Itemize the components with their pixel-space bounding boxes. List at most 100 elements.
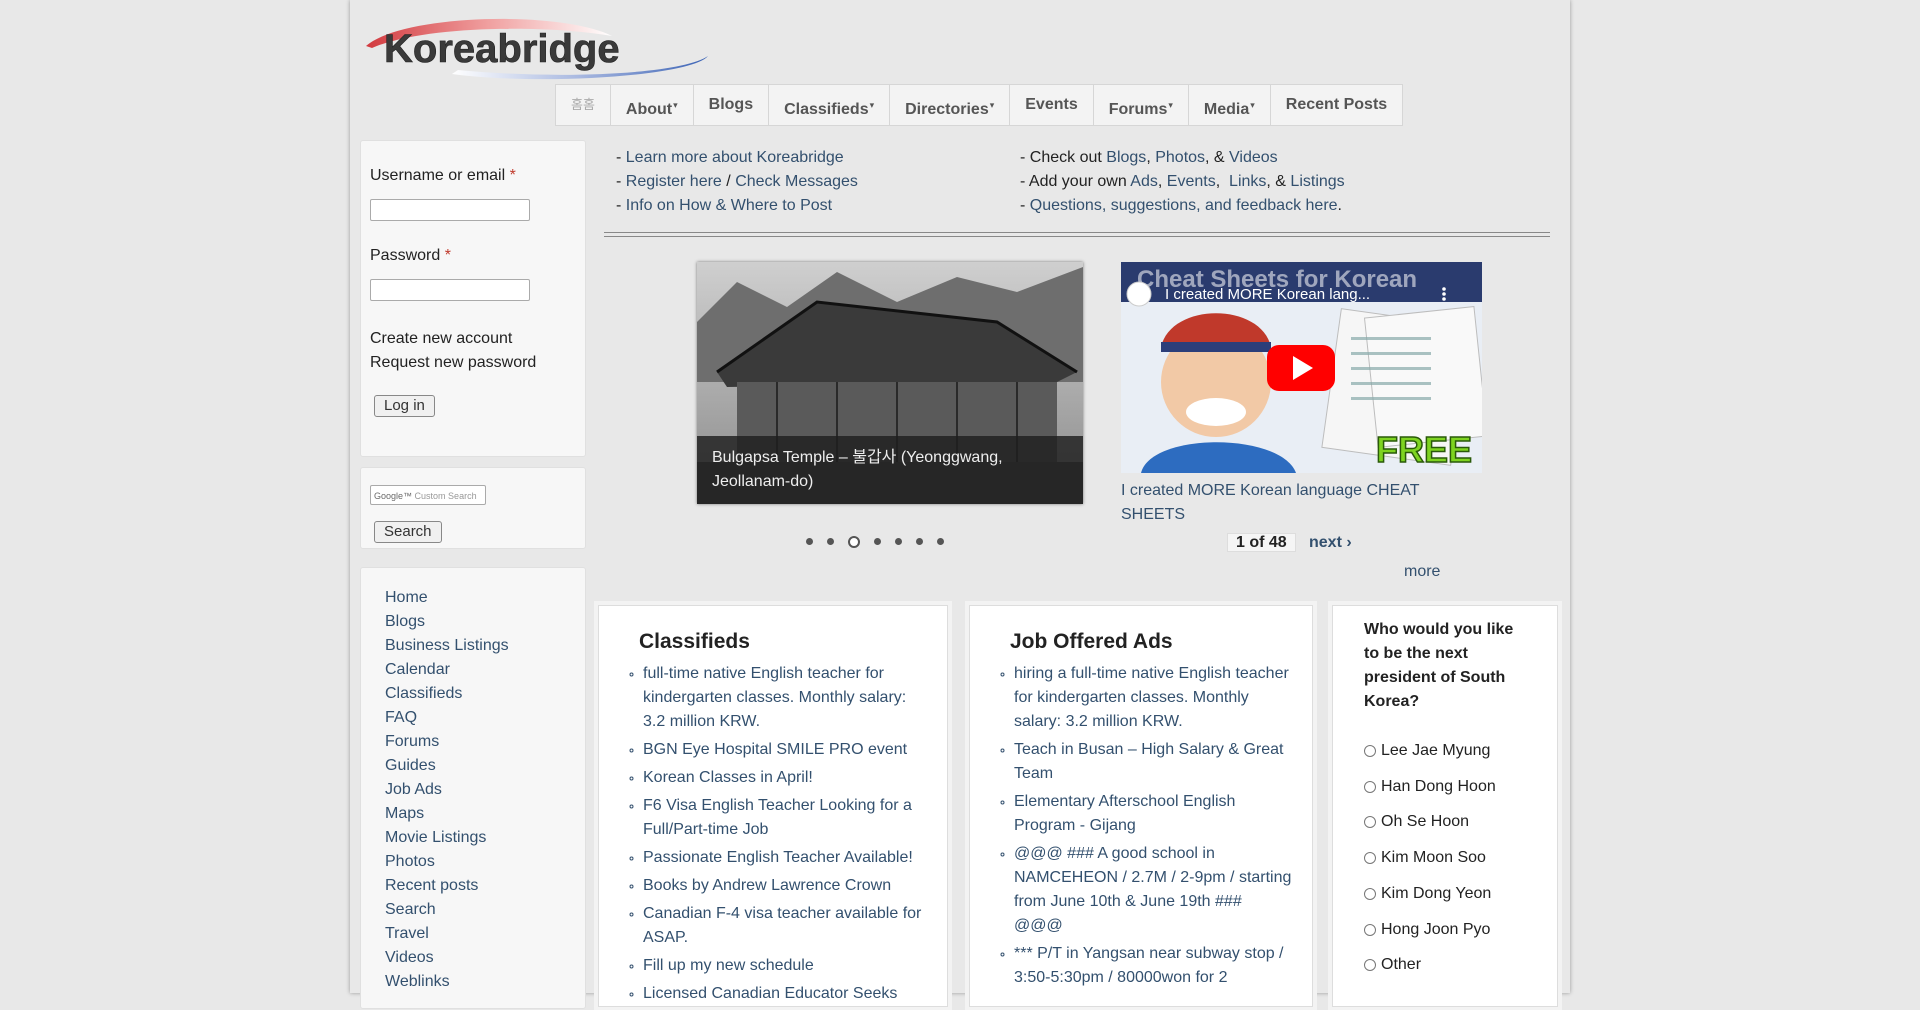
chevron-down-icon: ▾ (1168, 100, 1173, 110)
chevron-down-icon: ▾ (1250, 100, 1255, 110)
slideshow-dot[interactable] (916, 538, 923, 545)
slideshow-dot[interactable] (848, 536, 860, 548)
poll-option-label: Kim Moon Soo (1381, 849, 1486, 867)
nav-directories[interactable]: Directories▾ (890, 85, 1011, 125)
nav-classifieds[interactable]: Classifieds▾ (769, 85, 891, 125)
photos-link[interactable]: Photos (1155, 149, 1205, 166)
nav-about[interactable]: About▾ (611, 85, 694, 125)
register-link[interactable]: Register here (626, 173, 722, 190)
radio-button[interactable] (1364, 887, 1376, 900)
list-item[interactable]: Elementary Afterschool English Program -… (1014, 790, 1292, 838)
login-button[interactable]: Log in (374, 395, 435, 417)
feedback-link[interactable]: Questions, suggestions, and feedback her… (1030, 197, 1338, 214)
sidebar-item[interactable]: Forums (385, 730, 585, 754)
koreabridge-logo[interactable]: Koreabridge (362, 16, 710, 80)
chevron-down-icon: ▾ (673, 100, 678, 110)
divider (604, 232, 1550, 237)
poll-option[interactable]: Oh Se Hoon (1364, 810, 1469, 834)
events-link[interactable]: Events (1167, 173, 1216, 190)
list-item[interactable]: Korean Classes in April! (643, 766, 927, 790)
search-input[interactable]: Google™ Custom Search (370, 485, 486, 505)
poll-option[interactable]: Kim Dong Yeon (1364, 882, 1491, 906)
more-link[interactable]: more (1404, 560, 1440, 584)
poll-option[interactable]: Lee Jae Myung (1364, 739, 1490, 763)
poll-option[interactable]: Hong Joon Pyo (1364, 918, 1490, 942)
video-player[interactable]: FREE Cheat Sheets for Korean I created M… (1121, 262, 1482, 473)
password-input[interactable] (370, 279, 530, 301)
poll-option-label: Han Dong Hoon (1381, 777, 1496, 795)
list-item[interactable]: Fill up my new schedule (643, 954, 927, 978)
chevron-down-icon: ▾ (989, 100, 995, 110)
slideshow-dot[interactable] (827, 538, 834, 545)
video-title-link[interactable]: I created MORE Korean language CHEAT SHE… (1121, 479, 1441, 527)
radio-button[interactable] (1364, 923, 1376, 936)
poll-option-label: Kim Dong Yeon (1381, 884, 1492, 902)
svg-text:I created MORE Korean lang...: I created MORE Korean lang... (1165, 286, 1370, 303)
nav-forums[interactable]: Forums▾ (1094, 85, 1189, 125)
sidebar-item[interactable]: FAQ (385, 706, 585, 730)
list-item[interactable]: full-time native English teacher for kin… (643, 662, 927, 734)
slideshow-dot[interactable] (937, 538, 944, 545)
sidebar-item[interactable]: Home (385, 586, 585, 610)
sidebar-item[interactable]: Photos (385, 850, 585, 874)
sidebar-item[interactable]: Videos (385, 946, 585, 970)
sidebar-item[interactable]: Movie Listings (385, 826, 585, 850)
create-account-link[interactable]: Create new account (370, 327, 536, 351)
nav-media[interactable]: Media▾ (1189, 85, 1271, 125)
password-label: Password * (370, 247, 451, 264)
sidebar-item[interactable]: Blogs (385, 610, 585, 634)
nav-events[interactable]: Events (1010, 85, 1094, 125)
links-link[interactable]: Links (1229, 173, 1266, 190)
sidebar-item[interactable]: Business Listings (385, 634, 585, 658)
slideshow-dot[interactable] (806, 538, 813, 545)
poll-option[interactable]: Other (1364, 953, 1421, 977)
list-item[interactable]: *** P/T in Yangsan near subway stop / 3:… (1014, 942, 1292, 990)
nav-blogs[interactable]: Blogs (694, 85, 770, 125)
list-item[interactable]: @@@ ### A good school in NAMCEHEON / 2.7… (1014, 842, 1292, 938)
listings-link[interactable]: Listings (1290, 173, 1344, 190)
videos-link[interactable]: Videos (1229, 149, 1278, 166)
list-item[interactable]: Teach in Busan – High Salary & Great Tea… (1014, 738, 1292, 786)
nav-recent-posts[interactable]: Recent Posts (1271, 85, 1402, 125)
list-item[interactable]: Books by Andrew Lawrence Crown (643, 874, 927, 898)
check-messages-link[interactable]: Check Messages (735, 173, 858, 190)
slideshow-image[interactable]: Bulgapsa Temple – 불갑사 (Yeonggwang, Jeoll… (697, 262, 1083, 504)
radio-button[interactable] (1364, 745, 1376, 757)
poll-option[interactable]: Han Dong Hoon (1364, 775, 1496, 799)
sidebar-item[interactable]: Weblinks (385, 970, 585, 994)
radio-button[interactable] (1364, 852, 1376, 865)
sidebar-item[interactable]: Maps (385, 802, 585, 826)
request-password-link[interactable]: Request new password (370, 351, 536, 375)
sidebar-item[interactable]: Guides (385, 754, 585, 778)
list-item[interactable]: Passionate English Teacher Available! (643, 846, 927, 870)
list-item[interactable]: hiring a full-time native English teache… (1014, 662, 1292, 734)
list-item[interactable]: F6 Visa English Teacher Looking for a Fu… (643, 794, 927, 842)
poll-option-label: Other (1381, 956, 1422, 974)
sidebar-item[interactable]: Calendar (385, 658, 585, 682)
poll-option[interactable]: Kim Moon Soo (1364, 846, 1486, 870)
list-item[interactable]: BGN Eye Hospital SMILE PRO event (643, 738, 927, 762)
radio-button[interactable] (1364, 816, 1376, 829)
learn-more-link[interactable]: Learn more about Koreabridge (626, 149, 844, 166)
poll-option-label: Hong Joon Pyo (1381, 920, 1491, 938)
blogs-link[interactable]: Blogs (1106, 149, 1146, 166)
radio-button[interactable] (1364, 959, 1376, 972)
list-item[interactable]: Licensed Canadian Educator Seeks (643, 982, 927, 1006)
sidebar-item[interactable]: Travel (385, 922, 585, 946)
sidebar-item[interactable]: Recent posts (385, 874, 585, 898)
sidebar-item[interactable]: Search (385, 898, 585, 922)
list-item[interactable]: Canadian F-4 visa teacher available for … (643, 902, 927, 950)
slideshow-dot[interactable] (895, 538, 902, 545)
login-block: Username or email * Password * Create ne… (360, 140, 586, 457)
sidebar-item[interactable]: Classifieds (385, 682, 585, 706)
slide-caption[interactable]: Bulgapsa Temple – 불갑사 (Yeonggwang, Jeoll… (697, 436, 1083, 504)
search-button[interactable]: Search (374, 521, 442, 543)
radio-button[interactable] (1364, 780, 1376, 793)
pager-next[interactable]: next › (1309, 531, 1352, 555)
username-input[interactable] (370, 199, 530, 221)
info-where-link[interactable]: Info on How & Where to Post (626, 197, 832, 214)
sidebar-item[interactable]: Job Ads (385, 778, 585, 802)
slideshow-dot[interactable] (874, 538, 881, 545)
nav-home[interactable]: 홈홈 (556, 85, 611, 125)
ads-link[interactable]: Ads (1130, 173, 1158, 190)
